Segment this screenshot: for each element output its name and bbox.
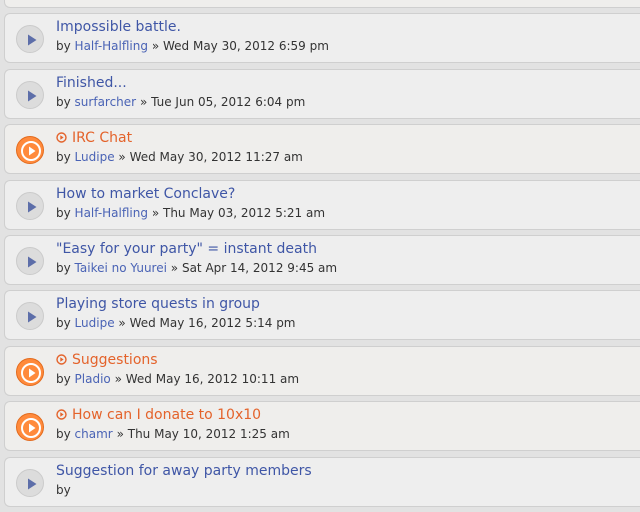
- topic-author-link[interactable]: Taikei no Yuurei: [75, 261, 167, 275]
- by-label: by: [56, 482, 71, 497]
- topic-meta: by Ludipe » Wed May 30, 2012 11:27 am: [56, 150, 303, 164]
- topic-row[interactable]: IRC Chat by Ludipe » Wed May 30, 2012 11:…: [4, 124, 640, 175]
- separator: »: [118, 316, 126, 331]
- separator: »: [170, 260, 179, 275]
- topic-date: Wed May 16, 2012 10:11 am: [125, 371, 300, 386]
- topic-meta: by surfarcher » Tue Jun 05, 2012 6:04 pm: [56, 95, 305, 109]
- topic-row[interactable]: "Easy for your party" = instant death by …: [4, 234, 640, 285]
- separator: »: [139, 94, 148, 109]
- by-label: by: [56, 39, 71, 54]
- topic-title-link[interactable]: How to market Conclave?: [56, 186, 235, 202]
- hot-topic-marker-icon: [56, 353, 67, 369]
- topic-play-icon[interactable]: [16, 246, 44, 275]
- topic-title-link[interactable]: IRC Chat: [56, 130, 132, 147]
- topic-title-text[interactable]: How can I donate to 10x10: [72, 407, 261, 423]
- topic-meta: by Taikei no Yuurei » Sat Apr 14, 2012 9…: [56, 261, 337, 275]
- topic-meta: by chamr » Thu May 10, 2012 1:25 am: [56, 427, 290, 441]
- separator: »: [151, 39, 160, 54]
- topic-title-text[interactable]: "Easy for your party" = instant death: [56, 241, 317, 257]
- topic-date: Sat Apr 14, 2012 9:45 am: [181, 260, 338, 275]
- separator: »: [116, 427, 124, 442]
- topic-meta: by Half-Halfling » Wed May 30, 2012 6:59…: [56, 39, 329, 53]
- topic-meta: by Half-Halfling » Thu May 03, 2012 5:21…: [56, 206, 325, 220]
- separator: »: [114, 371, 122, 386]
- topic-list: by » Impossible battle. by Half-Halfling …: [0, 0, 640, 512]
- topic-play-icon[interactable]: [16, 191, 44, 220]
- topic-title-link[interactable]: Suggestions: [56, 352, 158, 369]
- hot-topic-marker-icon: [56, 408, 67, 424]
- topic-row[interactable]: Playing store quests in group by Ludipe »…: [4, 290, 640, 341]
- separator: »: [151, 205, 160, 220]
- topic-meta: by: [56, 483, 71, 497]
- hot-topic-play-icon[interactable]: [16, 136, 44, 165]
- hot-topic-marker-icon: [56, 131, 67, 147]
- topic-play-icon[interactable]: [16, 80, 44, 109]
- topic-play-icon[interactable]: [16, 25, 44, 54]
- by-label: by: [56, 150, 71, 165]
- topic-row[interactable]: How can I donate to 10x10 by chamr » Thu …: [4, 401, 640, 452]
- topic-row[interactable]: Impossible battle. by Half-Halfling » Wed…: [4, 13, 640, 64]
- topic-title-text[interactable]: Suggestions: [72, 352, 158, 368]
- topic-play-icon[interactable]: [16, 302, 44, 331]
- topic-author-link[interactable]: surfarcher: [75, 95, 137, 109]
- topic-title-link[interactable]: "Easy for your party" = instant death: [56, 241, 317, 257]
- topic-date: Thu May 10, 2012 1:25 am: [127, 427, 290, 442]
- topic-title-text[interactable]: Playing store quests in group: [56, 296, 260, 312]
- hot-topic-play-icon[interactable]: [16, 357, 44, 386]
- by-label: by: [56, 371, 71, 386]
- topic-title-text[interactable]: Impossible battle.: [56, 19, 181, 35]
- topic-title-link[interactable]: Finished...: [56, 75, 127, 91]
- hot-topic-play-icon[interactable]: [16, 413, 44, 442]
- topic-title-text[interactable]: IRC Chat: [72, 130, 132, 146]
- topic-author-link[interactable]: Pladio: [75, 372, 111, 386]
- topic-title-text[interactable]: Suggestion for away party members: [56, 463, 312, 479]
- topic-title-text[interactable]: How to market Conclave?: [56, 186, 235, 202]
- by-label: by: [56, 205, 71, 220]
- topic-meta: by Ludipe » Wed May 16, 2012 5:14 pm: [56, 316, 296, 330]
- topic-meta: by Pladio » Wed May 16, 2012 10:11 am: [56, 372, 299, 386]
- by-label: by: [56, 260, 71, 275]
- topic-author-link[interactable]: Half-Halfling: [75, 206, 148, 220]
- topic-date: Wed May 16, 2012 5:14 pm: [129, 316, 296, 331]
- topic-play-icon[interactable]: [16, 468, 44, 497]
- topic-title-link[interactable]: Suggestion for away party members: [56, 463, 312, 479]
- topic-author-link[interactable]: chamr: [75, 427, 113, 441]
- topic-title-link[interactable]: Impossible battle.: [56, 19, 181, 35]
- topic-title-text[interactable]: Finished...: [56, 75, 127, 91]
- topic-date: Thu May 03, 2012 5:21 am: [162, 205, 326, 220]
- topic-row[interactable]: Finished... by surfarcher » Tue Jun 05, 2…: [4, 68, 640, 119]
- by-label: by: [56, 94, 71, 109]
- by-label: by: [56, 316, 71, 331]
- topic-date: Wed May 30, 2012 6:59 pm: [162, 39, 329, 54]
- topic-author-link[interactable]: Half-Halfling: [75, 39, 148, 53]
- separator: »: [118, 150, 126, 165]
- topic-title-link[interactable]: Playing store quests in group: [56, 296, 260, 312]
- by-label: by: [56, 427, 71, 442]
- topic-author-link[interactable]: Ludipe: [75, 316, 115, 330]
- topic-date: Tue Jun 05, 2012 6:04 pm: [151, 94, 306, 109]
- topic-author-link[interactable]: Ludipe: [75, 150, 115, 164]
- topic-row[interactable]: by »: [4, 0, 640, 8]
- topic-title-link[interactable]: How can I donate to 10x10: [56, 407, 261, 424]
- topic-row[interactable]: Suggestions by Pladio » Wed May 16, 2012 …: [4, 345, 640, 396]
- topic-row[interactable]: Suggestion for away party members by: [4, 456, 640, 507]
- topic-date: Wed May 30, 2012 11:27 am: [129, 150, 303, 165]
- topic-row[interactable]: How to market Conclave? by Half-Halfling …: [4, 179, 640, 230]
